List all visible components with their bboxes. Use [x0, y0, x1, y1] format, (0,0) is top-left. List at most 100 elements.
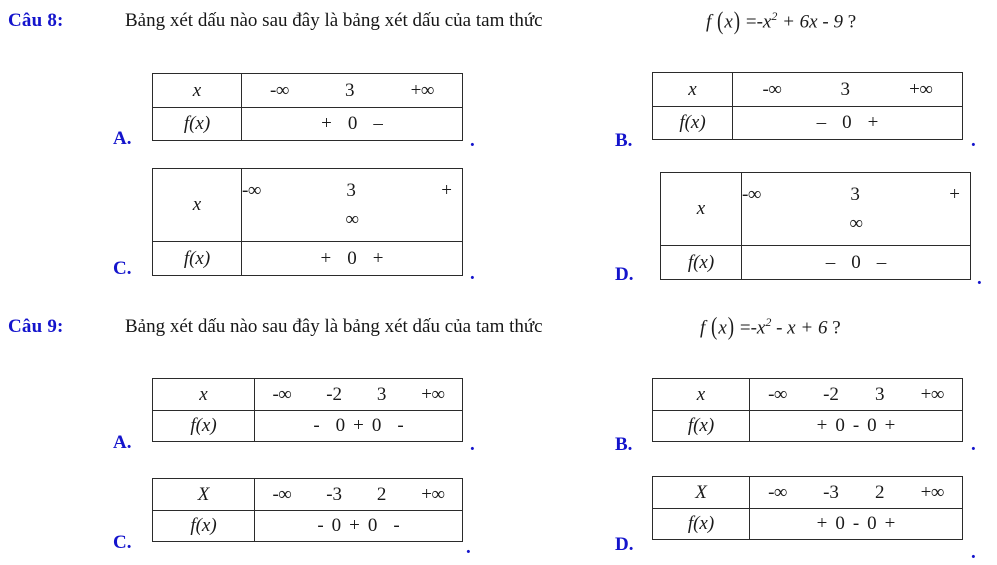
paren-open: (: [717, 7, 724, 36]
cell-x-values: -∞ 3 + ∞: [741, 172, 971, 246]
formula-body: -x: [756, 11, 772, 33]
option-8c-letter[interactable]: C.: [113, 258, 131, 280]
x-value: 3: [850, 183, 860, 205]
sign-value: +: [884, 415, 896, 436]
cell-sign-values: + 0 - 0 +: [749, 508, 963, 540]
x-value: 3: [840, 78, 851, 100]
x-value: 3: [345, 79, 355, 101]
option-8c-trailing-dot: .: [470, 263, 475, 284]
x-value: -∞: [768, 481, 787, 503]
cell-header-x: x: [152, 378, 255, 411]
sign-value: 0: [842, 112, 852, 133]
sign-value: +: [867, 112, 879, 133]
x-value: -3: [326, 483, 343, 505]
cell-x-values: -∞ -2 3 +∞: [254, 378, 463, 411]
x-value: +∞: [421, 383, 445, 405]
x-value: -∞: [742, 183, 761, 205]
cell-header-x: X: [652, 476, 750, 509]
formula-fn: f: [706, 11, 712, 33]
sign-value: -: [852, 415, 860, 436]
x-value: 3: [346, 179, 356, 201]
sign-value: 0: [347, 113, 358, 134]
table-row: f(x) – 0 –: [660, 245, 971, 280]
sign-value: –: [373, 113, 383, 134]
table-row: X -∞ -3 2 +∞: [152, 478, 463, 511]
x-value-overflow: ∞: [345, 209, 359, 230]
formula-fn: f: [700, 317, 706, 339]
x-value-overflow: ∞: [849, 213, 863, 234]
cell-header-fx: f(x): [152, 410, 255, 442]
option-9a-letter[interactable]: A.: [113, 432, 131, 454]
cell-x-values: -∞ -3 2 +∞: [749, 476, 963, 509]
formula-rest: - x + 6: [776, 317, 828, 339]
cell-sign-values: – 0 +: [732, 106, 963, 140]
x-value: -3: [823, 481, 839, 503]
question-9-formula: f (x) =-x2 - x + 6 ?: [700, 313, 841, 341]
x-value: -∞: [272, 483, 292, 505]
x-value: 3: [875, 383, 885, 405]
sign-value: -: [317, 515, 324, 536]
sign-value: -: [397, 415, 404, 436]
option-9c-letter[interactable]: C.: [113, 532, 131, 554]
option-9a-table: x -∞ -2 3 +∞ f(x) - 0 + 0 -: [152, 378, 463, 442]
cell-header-x: x: [660, 172, 742, 246]
sign-value: +: [816, 513, 828, 534]
sign-value: –: [876, 251, 887, 273]
formula-body: -x: [750, 317, 766, 339]
option-9d-letter[interactable]: D.: [615, 534, 633, 556]
option-8b-trailing-dot: .: [971, 130, 976, 151]
formula-arg: x: [718, 317, 727, 339]
sign-value: +: [816, 415, 828, 436]
table-row: f(x) - 0 + 0 -: [152, 410, 463, 442]
x-value: +∞: [920, 481, 945, 503]
sign-value: 0: [851, 251, 861, 273]
sign-value: 0: [371, 415, 382, 436]
cell-header-fx: f(x): [152, 241, 242, 276]
table-row: f(x) + 0 - 0 +: [652, 508, 963, 540]
table-row: X -∞ -3 2 +∞: [652, 476, 963, 509]
cell-sign-values: + 0 –: [241, 107, 463, 141]
option-9b-letter[interactable]: B.: [615, 434, 632, 456]
paren-open: (: [711, 313, 718, 342]
x-value: +: [441, 179, 452, 201]
option-8c-table: x -∞ 3 + ∞ f(x) + 0 +: [152, 168, 463, 276]
question-9-label: Câu 9:: [8, 316, 64, 337]
table-row: x -∞ 3 +∞: [652, 72, 963, 107]
formula-arg: x: [724, 11, 733, 33]
sign-value: -: [393, 515, 400, 536]
sign-value: +: [372, 247, 384, 269]
cell-x-values: -∞ 3 + ∞: [241, 168, 463, 242]
x-value: -2: [326, 383, 343, 405]
question-8-prompt: Bảng xét dấu nào sau đây là bảng xét dấu…: [125, 10, 543, 31]
sign-value: –: [825, 251, 836, 273]
table-row: x -∞ 3 + ∞: [660, 172, 971, 246]
option-8b-letter[interactable]: B.: [615, 130, 632, 152]
cell-header-fx: f(x): [652, 410, 750, 442]
cell-header-x: X: [152, 478, 255, 511]
paren-close: ): [733, 7, 741, 36]
table-row: f(x) + 0 - 0 +: [652, 410, 963, 442]
x-value: +∞: [909, 78, 933, 100]
formula-power: 2: [771, 9, 778, 23]
option-9d-trailing-dot: .: [971, 542, 976, 563]
x-value: 3: [376, 383, 387, 405]
option-9b-trailing-dot: .: [971, 434, 976, 455]
formula-qmark: ?: [847, 11, 857, 33]
sign-value: +: [320, 247, 332, 269]
formula-equals: =: [745, 11, 757, 33]
sign-value: +: [353, 415, 364, 436]
option-8d-letter[interactable]: D.: [615, 264, 633, 286]
sign-value: 0: [835, 415, 845, 436]
x-value: -∞: [242, 179, 261, 201]
option-8a-letter[interactable]: A.: [113, 128, 131, 150]
x-value: 2: [875, 481, 885, 503]
question-8-label: Câu 8:: [8, 10, 64, 31]
cell-header-x: x: [152, 168, 242, 242]
table-row: f(x) - 0 + 0 -: [152, 510, 463, 542]
sign-value: -: [313, 415, 320, 436]
table-row: f(x) – 0 +: [652, 106, 963, 140]
sign-value: 0: [867, 415, 877, 436]
table-row: f(x) + 0 –: [152, 107, 463, 141]
sign-value: –: [816, 112, 827, 133]
x-value: +∞: [410, 79, 435, 101]
